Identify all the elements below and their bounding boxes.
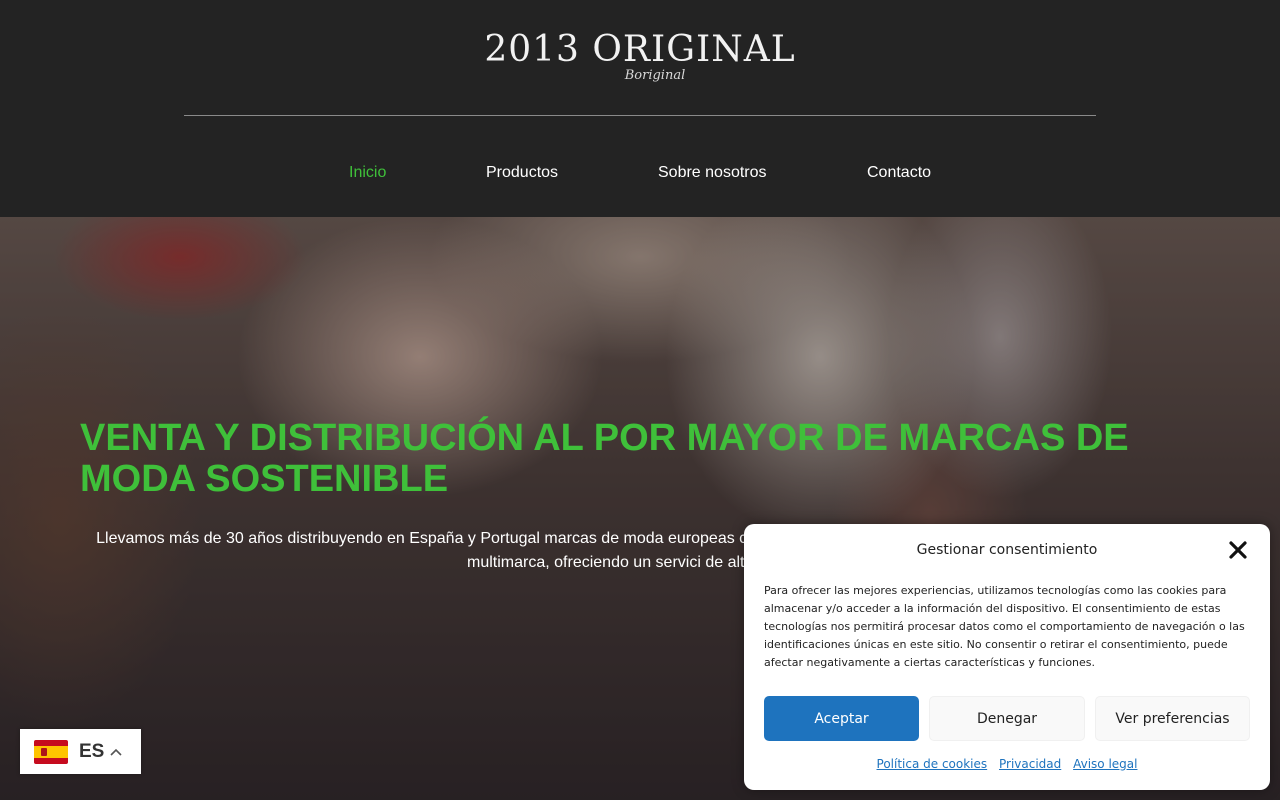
- nav-item-productos[interactable]: Productos: [486, 163, 558, 183]
- nav-item-contacto[interactable]: Contacto: [867, 163, 931, 183]
- nav-item-sobre-nosotros[interactable]: Sobre nosotros: [658, 163, 767, 183]
- consent-title: Gestionar consentimiento: [916, 542, 1098, 558]
- accept-button[interactable]: Aceptar: [764, 696, 919, 741]
- language-code: ES: [79, 740, 105, 762]
- spain-flag-icon: [34, 739, 68, 764]
- consent-links: Política de cookies Privacidad Aviso leg…: [744, 757, 1270, 771]
- logo-subtext: Boriginal: [624, 68, 686, 83]
- header-divider: [184, 115, 1096, 116]
- logo-text: 2013 ORIGINAL: [484, 29, 796, 70]
- cookie-policy-link[interactable]: Política de cookies: [877, 757, 988, 771]
- close-icon[interactable]: [1226, 538, 1250, 562]
- chevron-up-icon: [110, 745, 122, 759]
- site-logo[interactable]: 2013 ORIGINAL Boriginal: [0, 28, 1280, 83]
- privacy-link[interactable]: Privacidad: [999, 757, 1061, 771]
- consent-message: Para ofrecer las mejores experiencias, u…: [764, 584, 1245, 669]
- hero-title: VENTA Y DISTRIBUCIÓN AL POR MAYOR DE MAR…: [80, 417, 1129, 500]
- main-nav: Inicio Productos Sobre nosotros Contacto: [0, 163, 1280, 185]
- site-header: 2013 ORIGINAL Boriginal Inicio Productos…: [0, 0, 1280, 217]
- nav-item-inicio[interactable]: Inicio: [349, 163, 386, 183]
- view-preferences-button[interactable]: Ver preferencias: [1095, 696, 1250, 741]
- legal-notice-link[interactable]: Aviso legal: [1073, 757, 1137, 771]
- deny-button[interactable]: Denegar: [929, 696, 1085, 741]
- language-switcher[interactable]: ES: [20, 729, 141, 774]
- cookie-consent-dialog: Gestionar consentimiento Para ofrecer la…: [744, 524, 1270, 790]
